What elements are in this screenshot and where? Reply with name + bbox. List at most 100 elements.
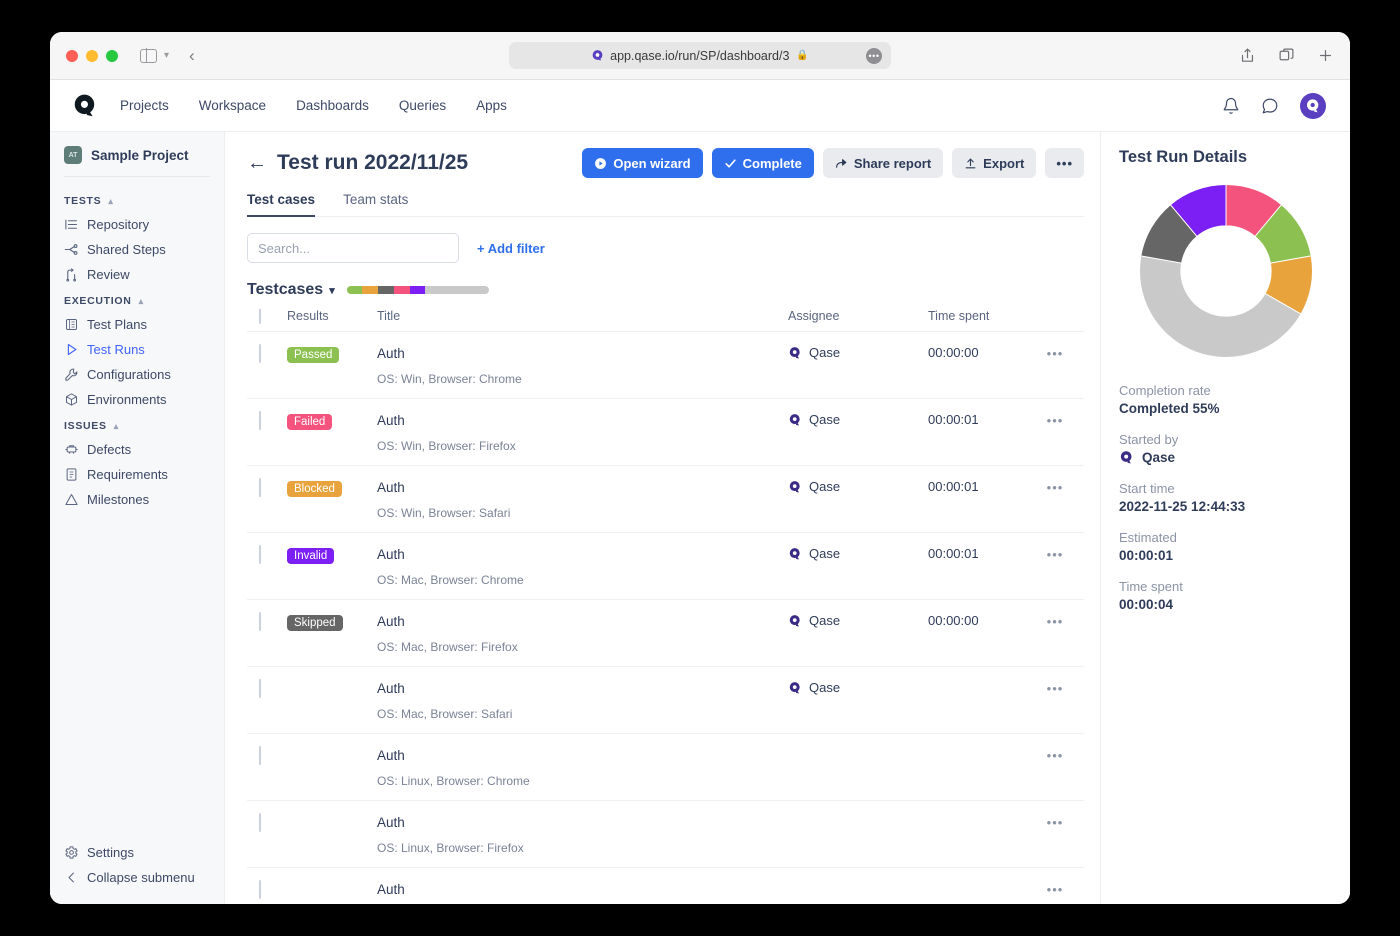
testcases-title[interactable]: Testcases ▾: [247, 281, 335, 299]
assignee: Qase: [788, 345, 928, 360]
more-actions-button[interactable]: •••: [1045, 148, 1084, 178]
search-input[interactable]: [247, 233, 459, 263]
row-checkbox[interactable]: [259, 880, 261, 899]
table-row[interactable]: Auth OS: Linux, Browser: Firefox •••: [247, 801, 1084, 868]
row-checkbox[interactable]: [259, 679, 261, 698]
maximize-window-button[interactable]: [106, 49, 118, 62]
start-time-label: Start time: [1119, 481, 1175, 496]
open-wizard-button[interactable]: Open wizard: [582, 148, 703, 178]
minimize-window-button[interactable]: [86, 49, 98, 62]
nav-item-projects[interactable]: Projects: [120, 98, 169, 113]
qase-user-icon: [789, 413, 800, 426]
row-menu-button[interactable]: •••: [1047, 614, 1064, 629]
testcase-title[interactable]: Auth: [377, 681, 405, 696]
nav-item-workspace[interactable]: Workspace: [199, 98, 266, 113]
avatar[interactable]: [1300, 92, 1326, 119]
window-controls[interactable]: [66, 49, 118, 62]
qase-logo-icon[interactable]: [72, 93, 98, 119]
address-bar[interactable]: app.qase.io/run/SP/dashboard/3 🔒 •••: [509, 42, 891, 69]
table-row[interactable]: Auth OS: Mac, Browser: Safari Qase •••: [247, 667, 1084, 734]
bell-icon[interactable]: [1222, 97, 1240, 115]
sidebar-item-milestones[interactable]: Milestones: [50, 487, 224, 512]
row-menu-button[interactable]: •••: [1047, 413, 1064, 428]
row-checkbox[interactable]: [259, 411, 261, 430]
results-cell: Skipped: [287, 613, 377, 631]
plus-icon[interactable]: [1317, 47, 1334, 64]
close-window-button[interactable]: [66, 49, 78, 62]
testcase-title[interactable]: Auth: [377, 547, 405, 562]
testcase-title[interactable]: Auth: [377, 480, 405, 495]
row-checkbox[interactable]: [259, 344, 261, 363]
export-button[interactable]: Export: [952, 148, 1037, 178]
chevron-down-icon[interactable]: ▾: [329, 284, 335, 297]
table-row[interactable]: Failed Auth OS: Win, Browser: Firefox Qase 0…: [247, 399, 1084, 466]
complete-button[interactable]: Complete: [711, 148, 814, 178]
row-checkbox[interactable]: [259, 545, 261, 564]
tabs-icon[interactable]: [1278, 47, 1295, 64]
sidebar: AT Sample Project TESTS ▴ Repository Sha…: [50, 132, 225, 904]
testcase-title[interactable]: Auth: [377, 346, 405, 361]
arrow-left-icon[interactable]: ←: [247, 152, 267, 175]
start-time-block: Start time 2022-11-25 12:44:33: [1119, 481, 1332, 514]
row-menu-button[interactable]: •••: [1047, 815, 1064, 830]
tab-test-cases[interactable]: Test cases: [247, 192, 316, 217]
nav-item-apps[interactable]: Apps: [476, 98, 507, 113]
sidebar-item-label: Test Runs: [87, 342, 145, 357]
row-menu-button[interactable]: •••: [1047, 681, 1064, 696]
add-filter-button[interactable]: + Add filter: [477, 241, 545, 256]
table-row[interactable]: Passed Auth OS: Win, Browser: Chrome Qase 00…: [247, 332, 1084, 399]
sidebar-item-shared-steps[interactable]: Shared Steps: [50, 237, 224, 262]
browser-back-button[interactable]: ‹: [189, 47, 195, 64]
sidebar-item-repository[interactable]: Repository: [50, 212, 224, 237]
address-bar-more-button[interactable]: •••: [866, 47, 882, 64]
testcase-title[interactable]: Auth: [377, 413, 405, 428]
row-checkbox[interactable]: [259, 612, 261, 631]
testcase-title[interactable]: Auth: [377, 815, 405, 830]
chevron-up-icon[interactable]: ▴: [114, 421, 119, 432]
table-row[interactable]: AuthOS: Linux, Browser: Safari •••: [247, 868, 1084, 904]
sidebar-item-requirements[interactable]: Requirements: [50, 462, 224, 487]
title-cell: Auth OS: Mac, Browser: Firefox: [377, 613, 788, 654]
row-menu-button[interactable]: •••: [1047, 882, 1064, 897]
tab-team-stats[interactable]: Team stats: [343, 192, 408, 216]
title-cell: Auth OS: Win, Browser: Firefox: [377, 412, 788, 453]
sidebar-item-defects[interactable]: Defects: [50, 437, 224, 462]
row-menu-button[interactable]: •••: [1047, 480, 1064, 495]
sidebar-item-test-runs[interactable]: Test Runs: [50, 337, 224, 362]
sidebar-item-review[interactable]: Review: [50, 262, 224, 287]
row-checkbox[interactable]: [259, 813, 261, 832]
sidebar-section-issues[interactable]: ISSUES ▴: [50, 412, 224, 437]
select-all-checkbox[interactable]: [259, 309, 261, 324]
row-menu-button[interactable]: •••: [1047, 346, 1064, 361]
sidebar-item-environments[interactable]: Environments: [50, 387, 224, 412]
table-row[interactable]: Auth OS: Linux, Browser: Chrome •••: [247, 734, 1084, 801]
sidebar-toggle-icon[interactable]: ▾: [140, 48, 169, 63]
nav-item-dashboards[interactable]: Dashboards: [296, 98, 369, 113]
testcase-title[interactable]: Auth: [377, 882, 405, 897]
share-icon[interactable]: [1239, 47, 1256, 64]
share-report-button[interactable]: Share report: [822, 148, 944, 178]
sidebar-item-label: Milestones: [87, 492, 150, 507]
chat-bubble-icon[interactable]: [1261, 97, 1279, 115]
sidebar-item-settings[interactable]: Settings: [50, 840, 224, 865]
sidebar-section-tests[interactable]: TESTS ▴: [50, 187, 224, 212]
sidebar-item-configurations[interactable]: Configurations: [50, 362, 224, 387]
table-row[interactable]: Invalid Auth OS: Mac, Browser: Chrome Qase 0…: [247, 533, 1084, 600]
table-row[interactable]: Blocked Auth OS: Win, Browser: Safari Qase 0…: [247, 466, 1084, 533]
table-row[interactable]: Skipped Auth OS: Mac, Browser: Firefox Qase…: [247, 600, 1084, 667]
nav-item-queries[interactable]: Queries: [399, 98, 446, 113]
chevron-up-icon[interactable]: ▴: [108, 196, 113, 207]
sidebar-collapse-button[interactable]: Collapse submenu: [50, 865, 224, 890]
chevron-down-icon[interactable]: ▾: [164, 50, 169, 61]
sidebar-section-execution[interactable]: EXECUTION ▴: [50, 287, 224, 312]
sidebar-project[interactable]: AT Sample Project: [50, 144, 224, 176]
requirements-icon: [66, 468, 77, 481]
sidebar-item-test-plans[interactable]: Test Plans: [50, 312, 224, 337]
row-checkbox[interactable]: [259, 746, 261, 765]
testcase-title[interactable]: Auth: [377, 748, 405, 763]
row-menu-button[interactable]: •••: [1047, 748, 1064, 763]
chevron-up-icon[interactable]: ▴: [139, 296, 144, 307]
row-checkbox[interactable]: [259, 478, 261, 497]
row-menu-button[interactable]: •••: [1047, 547, 1064, 562]
testcase-title[interactable]: Auth: [377, 614, 405, 629]
